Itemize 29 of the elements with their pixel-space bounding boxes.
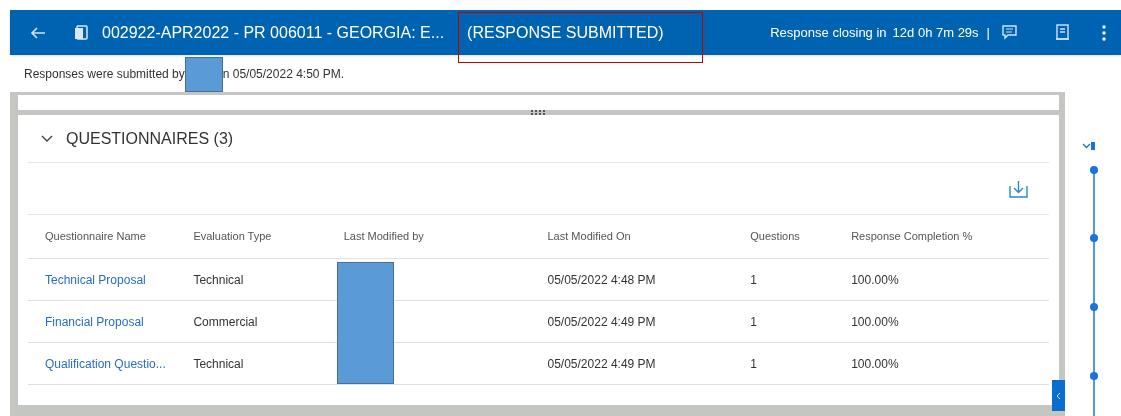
- table-cell-text: 1: [750, 313, 758, 331]
- table-cell-text: 05/05/2022 4:49 PM: [547, 313, 657, 331]
- column-header: Last Modified On: [547, 229, 632, 245]
- column-header: Evaluation Type: [193, 229, 273, 245]
- table-cell-text: 1: [750, 271, 758, 289]
- table-cell-text: Technical: [193, 355, 245, 373]
- submission-date: n 05/05/2022 4:50 PM.: [222, 65, 345, 83]
- questionnaire-link[interactable]: Qualification Questio...: [45, 354, 194, 373]
- table-cell-text: 1: [750, 355, 758, 373]
- closing-label: Response closing in: [770, 23, 887, 42]
- table-cell-text: Technical: [193, 271, 245, 289]
- status-label: (RESPONSE SUBMITTED): [467, 22, 664, 43]
- column-header: Last Modified by: [343, 229, 425, 245]
- table-cell-text: 05/05/2022 4:49 PM: [547, 355, 657, 373]
- table-cell-text: Commercial: [193, 313, 259, 331]
- submission-notice: Responses were submitted by: [24, 65, 185, 83]
- questionnaire-link[interactable]: Technical Proposal: [45, 270, 194, 289]
- table-cell-text: 100.00%: [851, 271, 900, 289]
- column-header: Questionnaire Name: [45, 229, 147, 245]
- countdown-timer: 12d 0h 7m 29s: [892, 23, 979, 42]
- section-title: QUESTIONNAIRES (3): [66, 128, 234, 149]
- page-title: 002922-APR2022 - PR 006011 - GEORGIA: E...: [102, 22, 445, 43]
- table-cell-text: 100.00%: [851, 313, 900, 331]
- table-cell-text: 05/05/2022 4:48 PM: [547, 271, 657, 289]
- column-header: Questions: [750, 229, 801, 245]
- separator: |: [986, 23, 990, 42]
- column-header: Response Completion %: [851, 229, 974, 245]
- questionnaire-link[interactable]: Financial Proposal: [45, 312, 194, 331]
- table-cell-text: 100.00%: [851, 355, 900, 373]
